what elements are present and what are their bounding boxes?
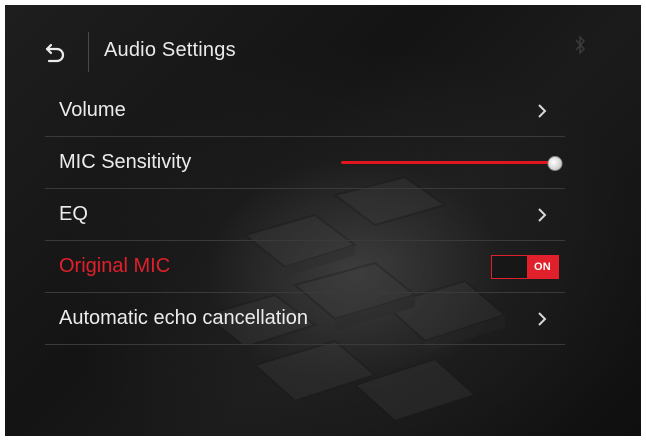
page-title: Audio Settings xyxy=(104,39,236,61)
menu-item-label: MIC Sensitivity xyxy=(59,151,192,173)
menu-item-label: EQ xyxy=(59,203,88,225)
audio-settings-screen: Audio Settings Volume MIC Sensitivity EQ… xyxy=(5,5,641,436)
slider-track xyxy=(341,160,555,164)
bluetooth-icon xyxy=(575,35,586,55)
settings-menu: Volume MIC Sensitivity EQ Original MIC O… xyxy=(45,85,565,345)
menu-item-eq[interactable]: EQ xyxy=(45,189,565,241)
back-button[interactable] xyxy=(35,35,77,71)
menu-item-label: Automatic echo cancellation xyxy=(59,307,309,329)
header-divider xyxy=(88,32,89,72)
toggle-on-label: ON xyxy=(527,255,558,278)
menu-item-label: Volume xyxy=(59,99,126,121)
chevron-right-icon xyxy=(538,311,547,326)
original-mic-toggle[interactable]: ON xyxy=(491,254,559,279)
menu-item-label: Original MIC xyxy=(59,255,171,277)
mic-sensitivity-slider[interactable] xyxy=(341,153,563,173)
chevron-right-icon xyxy=(538,103,547,118)
menu-item-mic-sensitivity: MIC Sensitivity xyxy=(45,137,565,189)
header-bar: Audio Settings xyxy=(5,5,641,95)
menu-item-original-mic[interactable]: Original MIC ON xyxy=(45,241,565,293)
menu-item-volume[interactable]: Volume xyxy=(45,85,565,137)
slider-knob[interactable] xyxy=(547,155,563,171)
device-frame: Audio Settings Volume MIC Sensitivity EQ… xyxy=(0,0,646,441)
back-arrow-icon xyxy=(45,43,65,63)
menu-item-automatic-echo-cancellation[interactable]: Automatic echo cancellation xyxy=(45,293,565,345)
chevron-right-icon xyxy=(538,207,547,222)
